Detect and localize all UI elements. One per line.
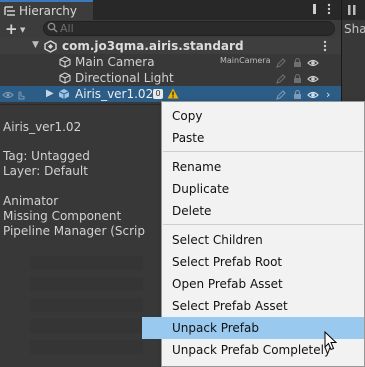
menu-item-unpack-prefab[interactable]: Unpack Prefab	[172, 320, 259, 336]
component-name: Animator	[3, 194, 59, 208]
layer-line: Layer: Default	[3, 164, 88, 178]
menu-item-select-prefab-root[interactable]: Select Prefab Root	[172, 254, 282, 270]
hierarchy-tab-label: Hierarchy	[19, 4, 78, 18]
hierarchy-item-label: Airis_ver1.02	[75, 87, 154, 101]
menu-item-rename[interactable]: Rename	[172, 159, 221, 175]
lock-icon[interactable]	[293, 57, 302, 71]
hierarchy-item-label: Main Camera	[75, 55, 155, 69]
menu-separator	[163, 151, 363, 152]
eye-icon[interactable]	[2, 89, 14, 103]
search-placeholder: All	[60, 22, 74, 35]
menu-item-delete[interactable]: Delete	[172, 203, 211, 219]
tag-label: MainCamera	[220, 56, 271, 65]
menu-item-unpack-prefab-completely[interactable]: Unpack Prefab Completely	[172, 342, 331, 358]
pencil-icon[interactable]	[276, 73, 286, 87]
hierarchy-tab[interactable]: Hierarchy	[0, 0, 93, 20]
adjacent-tab-label[interactable]: Sha	[344, 22, 365, 36]
hierarchy-icon	[4, 5, 16, 20]
gameobject-cube-icon	[59, 56, 71, 71]
eye-icon[interactable]	[307, 57, 319, 71]
chevron-right-icon[interactable]: ▶	[46, 88, 54, 99]
context-menu: Copy Paste Rename Duplicate Delete Selec…	[142, 101, 365, 367]
kebab-menu-icon[interactable]	[313, 2, 333, 19]
search-icon	[47, 22, 58, 36]
menu-item-paste[interactable]: Paste	[172, 130, 204, 146]
menu-item-duplicate[interactable]: Duplicate	[172, 181, 229, 197]
pointer-hand-icon[interactable]	[16, 89, 26, 103]
placeholder-row	[30, 298, 143, 312]
eye-icon[interactable]	[307, 73, 319, 87]
placeholder-row	[30, 256, 143, 270]
lock-icon[interactable]	[293, 73, 302, 87]
add-button[interactable]: +	[5, 21, 18, 37]
search-input[interactable]	[43, 21, 335, 36]
prefab-override-badge: 0	[153, 89, 163, 99]
warning-icon	[167, 88, 179, 102]
menu-item-select-children[interactable]: Select Children	[172, 232, 263, 248]
menu-item-copy[interactable]: Copy	[172, 108, 202, 124]
hierarchy-item[interactable]	[0, 54, 341, 70]
kebab-menu-icon[interactable]	[322, 40, 328, 55]
object-name: Airis_ver1.02	[3, 120, 82, 134]
pencil-icon[interactable]	[276, 57, 286, 71]
pause-icon[interactable]	[347, 4, 357, 19]
chevron-down-icon[interactable]: ▼	[32, 40, 39, 50]
component-name: Pipeline Manager (Scrip	[3, 224, 145, 238]
placeholder-row	[30, 340, 143, 354]
chevron-down-icon[interactable]: ▼	[20, 26, 25, 34]
chevron-right-icon[interactable]: ›	[326, 88, 330, 101]
scene-name: com.jo3qma.airis.standard	[62, 39, 244, 53]
placeholder-row	[30, 277, 143, 291]
hierarchy-item-label: Directional Light	[75, 71, 174, 85]
menu-separator	[163, 224, 363, 225]
prefab-cube-icon	[58, 88, 70, 103]
component-name: Missing Component	[3, 209, 122, 223]
placeholder-row	[30, 319, 143, 333]
menu-item-open-prefab-asset[interactable]: Open Prefab Asset	[172, 276, 283, 292]
gameobject-cube-icon	[59, 72, 71, 87]
menu-item-select-prefab-asset[interactable]: Select Prefab Asset	[172, 298, 288, 314]
tag-line: Tag: Untagged	[3, 149, 90, 163]
mouse-cursor-icon	[324, 330, 338, 354]
